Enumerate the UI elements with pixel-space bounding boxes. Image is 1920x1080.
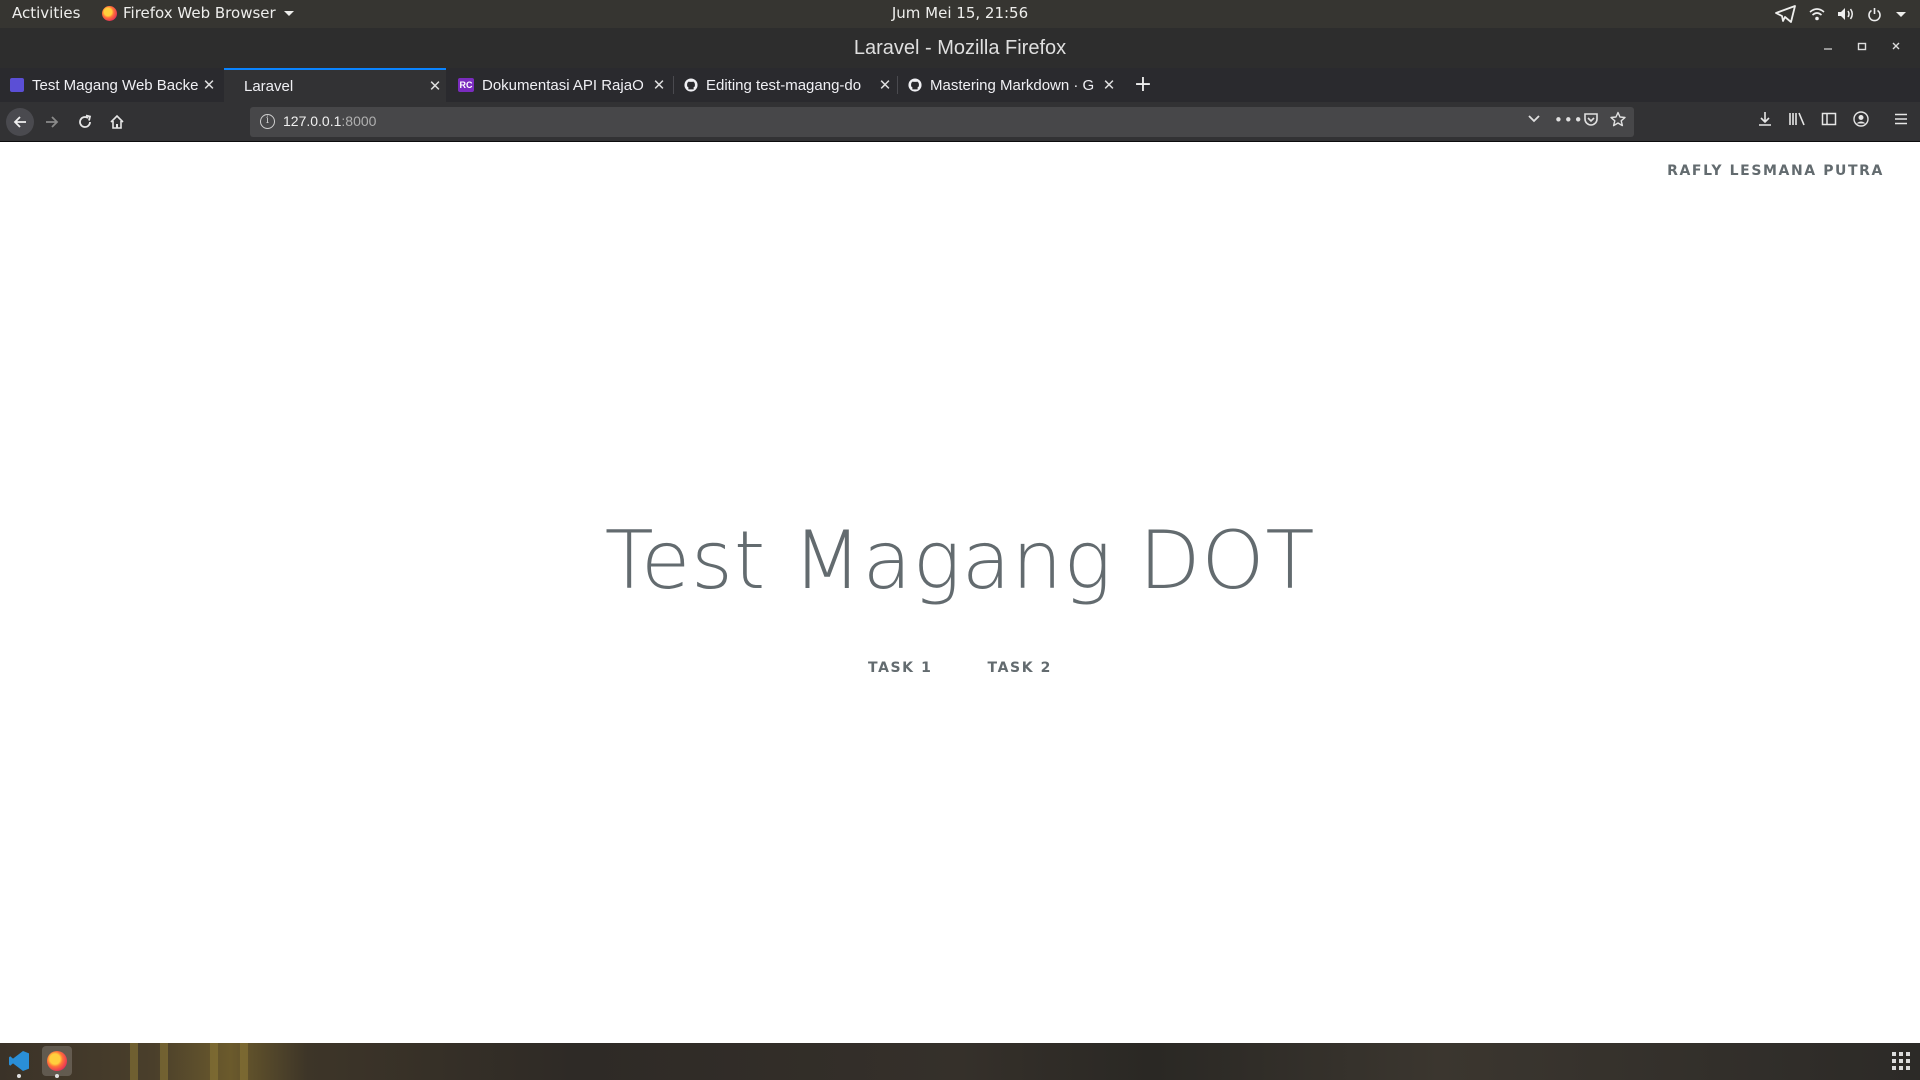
library-icon[interactable] — [1786, 111, 1808, 131]
document-icon — [10, 78, 24, 92]
pocket-icon[interactable] — [1581, 111, 1601, 131]
wallpaper-detail — [210, 1043, 218, 1080]
tab-strip: Test Magang Web Backe ✕ Laravel ✕ RC Dok… — [0, 68, 1920, 102]
close-tab-icon[interactable]: ✕ — [648, 76, 670, 94]
task-2-link[interactable]: TASK 2 — [988, 660, 1052, 676]
maximize-icon[interactable] — [1856, 40, 1868, 52]
page-viewport: RAFLY LESMANA PUTRA Test Magang DOT TASK… — [0, 143, 1920, 1043]
bookmark-star-icon[interactable] — [1608, 111, 1628, 131]
vscode-launcher[interactable] — [4, 1046, 34, 1078]
close-tab-icon[interactable]: ✕ — [1098, 76, 1120, 94]
wallpaper-detail — [240, 1043, 248, 1080]
account-icon[interactable] — [1850, 111, 1872, 131]
reload-icon[interactable] — [73, 110, 97, 134]
url-text[interactable]: 127.0.0.1:8000 — [283, 113, 376, 129]
site-info-icon[interactable]: i — [260, 114, 275, 129]
url-port: :8000 — [341, 113, 377, 129]
system-tray[interactable] — [1775, 2, 1906, 26]
firefox-icon — [47, 1051, 67, 1071]
gnome-top-bar: Activities Firefox Web Browser Jum Mei 1… — [0, 0, 1920, 28]
url-bar[interactable]: i 127.0.0.1:8000 ••• — [250, 107, 1634, 137]
tab-test-magang[interactable]: Test Magang Web Backe ✕ — [0, 68, 220, 102]
navigation-toolbar: i 127.0.0.1:8000 ••• — [0, 102, 1920, 142]
window-title: Laravel - Mozilla Firefox — [853, 37, 1067, 59]
page-actions-icon[interactable]: ••• — [1554, 111, 1583, 129]
task-links: TASK 1 TASK 2 — [0, 657, 1920, 676]
download-icon[interactable] — [1754, 111, 1776, 131]
volume-icon — [1838, 8, 1853, 20]
tab-label: Editing test-magang-do — [706, 76, 862, 94]
rc-icon: RC — [458, 78, 474, 92]
tab-editing-test-magang[interactable]: Editing test-magang-do ✕ — [674, 68, 896, 102]
github-icon — [684, 78, 698, 92]
page-title: Test Magang DOT — [604, 514, 1316, 607]
activities-button[interactable]: Activities — [12, 4, 80, 22]
task-1-link[interactable]: TASK 1 — [868, 660, 932, 676]
running-indicator — [17, 1074, 21, 1078]
new-tab-icon[interactable]: + — [1130, 72, 1156, 98]
firefox-launcher[interactable] — [42, 1046, 72, 1078]
show-applications-icon[interactable] — [1892, 1052, 1910, 1070]
back-icon[interactable] — [6, 108, 34, 136]
tab-label: Mastering Markdown · G — [930, 76, 1095, 94]
tab-label: Test Magang Web Backe — [32, 76, 198, 94]
tab-laravel[interactable]: Laravel ✕ — [224, 68, 446, 102]
minimize-icon[interactable] — [1822, 40, 1834, 52]
window-title-bar: Laravel - Mozilla Firefox — [0, 28, 1920, 68]
close-tab-icon[interactable]: ✕ — [874, 76, 896, 94]
firefox-icon — [102, 5, 117, 21]
close-tab-icon[interactable]: ✕ — [198, 76, 220, 94]
clock-label[interactable]: Jum Mei 15, 21:56 — [892, 4, 1028, 22]
dock-panel — [0, 1043, 1920, 1080]
app-menu[interactable]: Firefox Web Browser — [102, 4, 294, 22]
wallpaper-detail — [160, 1043, 168, 1080]
close-icon[interactable] — [1890, 40, 1902, 52]
telegram-icon[interactable] — [1775, 5, 1797, 23]
window-controls — [1822, 40, 1902, 52]
wallpaper-detail — [130, 1043, 138, 1080]
vscode-icon — [9, 1051, 29, 1071]
tab-mastering-markdown[interactable]: Mastering Markdown · G ✕ — [898, 68, 1120, 102]
tab-dokumentasi-api[interactable]: RC Dokumentasi API RajaO ✕ — [448, 68, 670, 102]
wifi-icon — [1809, 8, 1825, 21]
tab-label: Dokumentasi API RajaO — [482, 76, 644, 94]
forward-icon[interactable] — [40, 110, 64, 134]
app-menu-label: Firefox Web Browser — [123, 4, 276, 22]
running-indicator — [55, 1074, 59, 1078]
dropdown-chevron-icon[interactable] — [1524, 111, 1544, 129]
sidebar-icon[interactable] — [1818, 111, 1840, 131]
hamburger-menu-icon[interactable] — [1890, 111, 1912, 131]
caret-down-icon — [283, 10, 294, 16]
close-tab-icon[interactable]: ✕ — [424, 77, 446, 95]
author-link[interactable]: RAFLY LESMANA PUTRA — [1667, 163, 1884, 179]
tab-label: Laravel — [244, 77, 294, 95]
power-icon — [1868, 7, 1881, 21]
tray-caret-icon — [1896, 11, 1906, 17]
url-host: 127.0.0.1 — [283, 113, 342, 129]
github-icon — [908, 78, 922, 92]
home-icon[interactable] — [105, 110, 129, 134]
